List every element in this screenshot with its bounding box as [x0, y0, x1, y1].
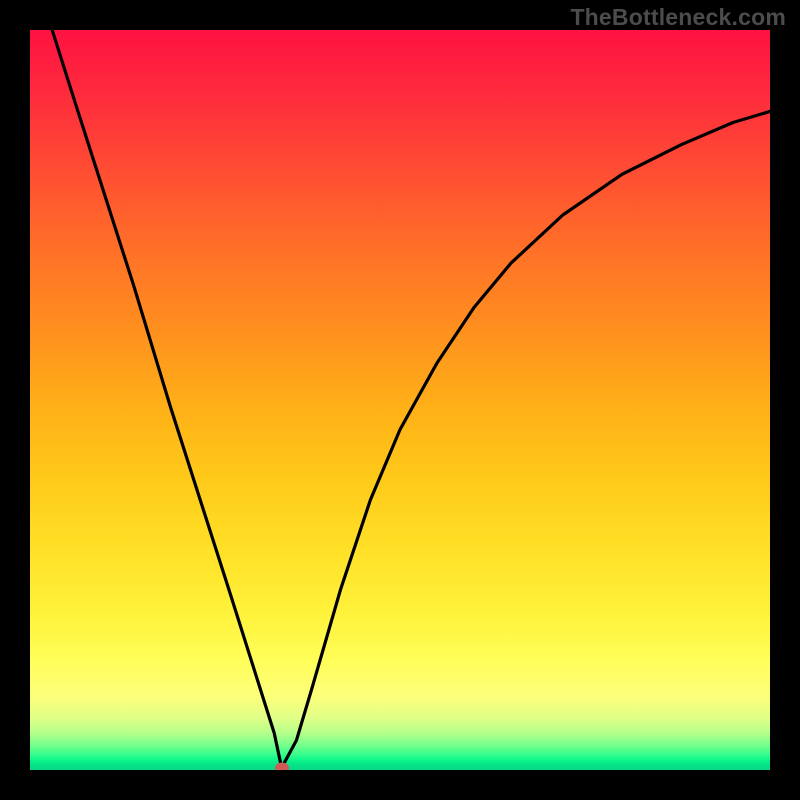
optimal-point-marker	[275, 762, 289, 770]
watermark-text: TheBottleneck.com	[570, 4, 786, 31]
bottleneck-curve	[30, 30, 770, 770]
plot-area	[30, 30, 770, 770]
chart-frame: TheBottleneck.com	[0, 0, 800, 800]
